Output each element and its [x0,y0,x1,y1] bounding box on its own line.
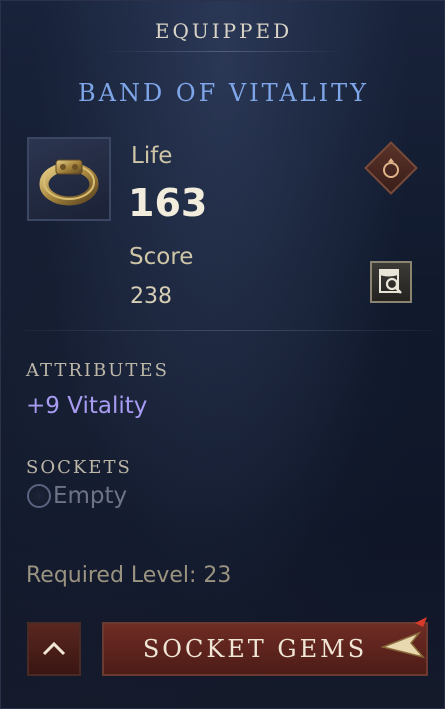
item-name: BAND OF VITALITY [78,79,369,107]
equipped-title: EQUIPPED [154,19,293,43]
attributes-heading: ATTRIBUTES [26,360,169,381]
item-tooltip-panel: EQUIPPED BAND OF VITALITY Life 163 Score… [0,0,445,709]
collapse-button[interactable] [27,622,81,676]
compare-button[interactable] [370,261,412,303]
socket-gems-label: SOCKET GEMS [142,635,368,663]
life-value: 163 [128,181,208,225]
empty-socket-icon [27,484,51,508]
sockets-heading: SOCKETS [26,457,132,478]
socket-status: Empty [53,483,128,509]
score-value: 238 [130,284,172,309]
required-level: Required Level: 23 [26,563,232,588]
chevron-up-icon [42,641,66,656]
score-label: Score [129,244,194,270]
section-divider [23,330,433,331]
ring-slot-icon [372,149,410,187]
pointer-arrow-icon [380,617,427,659]
title-divider [101,51,346,52]
ring-icon [39,159,99,206]
compare-search-icon [379,269,402,294]
item-slot [27,137,111,221]
socket-slot: Empty [27,483,127,509]
life-label: Life [131,143,173,169]
attribute-vitality: +9 Vitality [26,393,148,419]
